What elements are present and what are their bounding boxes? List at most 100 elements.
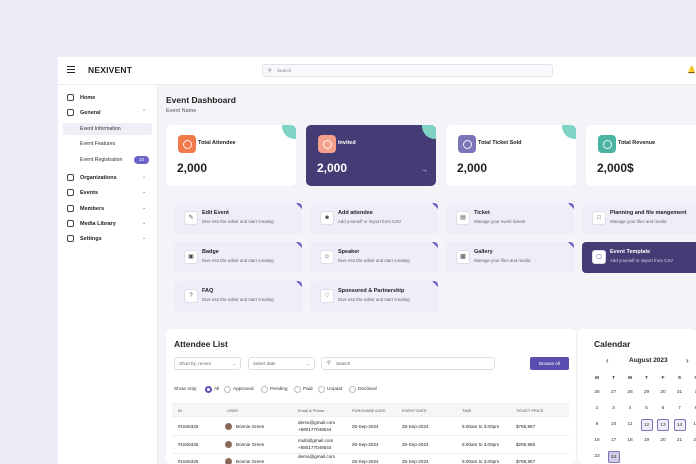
row-id: #1846325 bbox=[178, 459, 199, 464]
calendar-day[interactable]: 12 bbox=[640, 419, 653, 431]
calendar-day[interactable]: 20 bbox=[657, 435, 669, 447]
calendar-day[interactable]: 7 bbox=[674, 403, 686, 415]
calendar-day[interactable]: 8 bbox=[690, 403, 696, 415]
date-select[interactable]: Select date ⌄ bbox=[248, 357, 315, 370]
menu-icon[interactable] bbox=[67, 66, 75, 73]
column-header[interactable]: Email & Phone bbox=[298, 408, 324, 413]
calendar-day[interactable]: 24 bbox=[607, 451, 620, 463]
column-header[interactable]: EVENT DATE bbox=[402, 408, 427, 413]
calendar-day[interactable]: 29 bbox=[641, 387, 653, 399]
calendar-day[interactable]: 13 bbox=[657, 419, 669, 431]
sidebar-item-general[interactable]: General ⌃ bbox=[58, 106, 158, 120]
filter-label: Pending bbox=[270, 387, 288, 392]
action-gallery[interactable]: ▩ Gallery Manage your files and media bbox=[446, 242, 574, 273]
calendar-day[interactable]: 5 bbox=[641, 403, 653, 415]
calendar-day[interactable]: 22 bbox=[690, 435, 696, 447]
filter-radio-paid[interactable] bbox=[294, 386, 301, 393]
action-speaker[interactable]: ☺ Speaker Dive into the editor and start c… bbox=[310, 242, 438, 273]
speaker-icon: ☺ bbox=[320, 250, 334, 264]
next-month-icon[interactable]: › bbox=[686, 356, 689, 365]
arrow-right-icon[interactable]: → bbox=[421, 167, 428, 174]
sidebar-item-event-registration[interactable]: Event Registration 10 bbox=[63, 154, 152, 166]
action-badge[interactable]: ▣ Badge Dive into the editor and start cre… bbox=[174, 242, 302, 273]
calendar-day[interactable]: 30 bbox=[657, 387, 669, 399]
calendar-day[interactable]: 4 bbox=[624, 403, 636, 415]
sidebar-item-label: Events bbox=[80, 190, 99, 196]
calendar-day[interactable]: 21 bbox=[674, 435, 686, 447]
filter-radio-pending[interactable] bbox=[261, 386, 268, 393]
filter-radio-all[interactable] bbox=[205, 386, 212, 393]
filter-radio-approved[interactable] bbox=[224, 386, 231, 393]
column-header[interactable]: ID bbox=[178, 408, 182, 413]
calendar-day[interactable]: 10 bbox=[608, 419, 620, 431]
sidebar-item-events[interactable]: Events ⌄ bbox=[58, 186, 158, 200]
column-header[interactable]: TIME bbox=[462, 408, 472, 413]
stat-card-total-revenue[interactable]: Total Revenue 2,000$ bbox=[586, 125, 696, 186]
revenue-icon bbox=[598, 135, 616, 153]
sidebar-item-settings[interactable]: Settings ⌄ bbox=[58, 232, 158, 246]
calendar-day[interactable]: 9 bbox=[591, 419, 603, 431]
filter-label: Approved bbox=[233, 387, 254, 392]
stat-card-total-attendee[interactable]: Total Attendee 2,000 bbox=[166, 125, 296, 186]
calendar-day[interactable]: 3 bbox=[608, 403, 620, 415]
row-purchase-date: 25-Sep-2024 bbox=[352, 424, 379, 429]
calendar-day[interactable]: 16 bbox=[591, 435, 603, 447]
calendar-day[interactable]: 18 bbox=[624, 435, 636, 447]
column-header[interactable]: TICKET PRICE bbox=[516, 408, 544, 413]
sidebar-item-media-library[interactable]: Media Library ⌄ bbox=[58, 217, 158, 231]
action-edit-event[interactable]: ✎ Edit Event Dive into the editor and star… bbox=[174, 203, 302, 234]
calendar-day[interactable]: 17 bbox=[608, 435, 620, 447]
calendar-day[interactable]: 15 bbox=[690, 419, 696, 431]
action-sponsored[interactable]: ♡ Sponsored & Partnership Dive into the ed… bbox=[310, 281, 438, 312]
stat-card-invited[interactable]: Invited 2,000 → bbox=[306, 125, 436, 186]
calendar-day[interactable]: 14 bbox=[673, 419, 686, 431]
column-header[interactable]: USER bbox=[227, 408, 238, 413]
calendar-day[interactable]: 1 bbox=[690, 387, 696, 399]
table-row[interactable]: #1846325 Bonnie Green demo@gmail.com 25-… bbox=[172, 454, 569, 464]
sidebar-item-label: Organizations bbox=[80, 175, 117, 181]
column-header[interactable]: PURCHASE DATE bbox=[352, 408, 386, 413]
calendar-day[interactable]: 6 bbox=[657, 403, 669, 415]
search-icon: ⚲ bbox=[327, 360, 331, 366]
filter-radio-unpaid[interactable] bbox=[318, 386, 325, 393]
calendar-day[interactable]: 27 bbox=[608, 387, 620, 399]
sidebar-item-members[interactable]: Members ⌄ bbox=[58, 202, 158, 216]
calendar-day[interactable]: 23 bbox=[591, 451, 603, 463]
action-add-attendee[interactable]: ☻ Add attendee Add yourself or import from… bbox=[310, 203, 438, 234]
filter-label: Declined bbox=[358, 387, 377, 392]
home-icon bbox=[67, 94, 74, 101]
action-faq[interactable]: ? FAQ Dive into the editor and start creat… bbox=[174, 281, 302, 312]
search-input[interactable]: ⚲ Search bbox=[262, 64, 553, 77]
stat-card-ticket-sold[interactable]: Total Ticket Sold 2,000 bbox=[446, 125, 576, 186]
filter-radio-declined[interactable] bbox=[349, 386, 356, 393]
calendar-title: Calendar bbox=[594, 339, 631, 349]
calendar-month: August 2023 bbox=[629, 357, 668, 364]
attendee-search-input[interactable]: ⚲ Search bbox=[321, 357, 495, 370]
bell-icon[interactable]: 🔔 bbox=[687, 66, 696, 74]
calendar-day[interactable]: 19 bbox=[641, 435, 653, 447]
sidebar-item-event-features[interactable]: Event Features bbox=[63, 138, 152, 150]
calendar-day[interactable]: 2 bbox=[591, 403, 603, 415]
stat-label: Total Attendee bbox=[198, 140, 236, 146]
action-planning[interactable]: □ Planning and file mangement Manage your … bbox=[582, 203, 696, 234]
action-event-template[interactable]: ▢ Event Template Add yourself or import fr… bbox=[582, 242, 696, 273]
calendar-day[interactable]: 31 bbox=[674, 387, 686, 399]
calendar-day[interactable]: 26 bbox=[591, 387, 603, 399]
action-ticket[interactable]: ▤ Ticket Manage your event tickets bbox=[446, 203, 574, 234]
sort-select[interactable]: Short by: recent ⌄ bbox=[174, 357, 241, 370]
calendar-day[interactable]: 11 bbox=[624, 419, 636, 431]
sidebar-item-event-information[interactable]: Event Information bbox=[63, 123, 152, 135]
row-time: 9.00am to 3.00pm bbox=[462, 459, 500, 464]
table-row[interactable]: #1846325 Bonnie Green demo@gmail.com +88… bbox=[172, 418, 569, 436]
table-row[interactable]: #1846325 Bonnie Green multi@gmail.com +8… bbox=[172, 436, 569, 454]
row-time: 9.00am to 3.00pm bbox=[462, 442, 500, 447]
decor-shape bbox=[296, 281, 302, 287]
decor-shape bbox=[432, 203, 438, 209]
calendar-day[interactable]: 28 bbox=[624, 387, 636, 399]
sidebar-item-home[interactable]: Home bbox=[58, 91, 158, 105]
decor-shape bbox=[422, 125, 436, 139]
prev-month-icon[interactable]: ‹ bbox=[606, 356, 609, 365]
sidebar-item-label: Settings bbox=[80, 236, 102, 242]
sidebar-item-organizations[interactable]: Organizations ⌄ bbox=[58, 171, 158, 185]
browse-all-button[interactable]: Browse All bbox=[530, 357, 569, 370]
